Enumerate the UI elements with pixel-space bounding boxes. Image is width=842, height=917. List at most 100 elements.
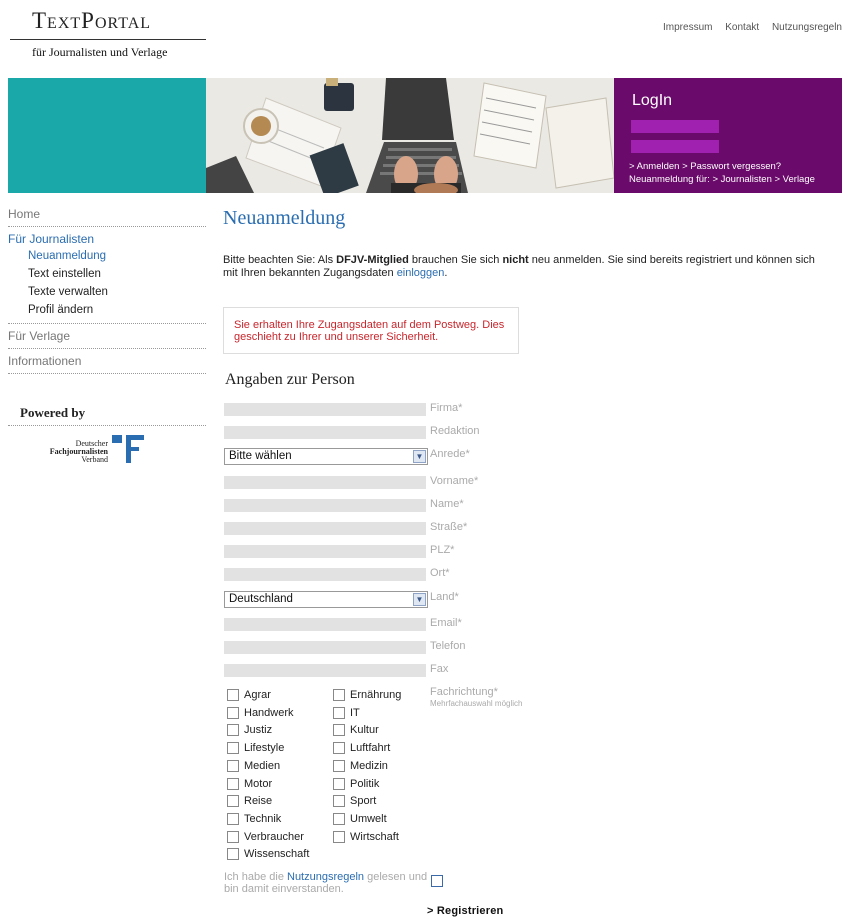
header-teal-block bbox=[8, 78, 206, 193]
plz-label: PLZ* bbox=[430, 544, 455, 556]
email-input[interactable] bbox=[224, 618, 426, 631]
terms-link[interactable]: Nutzungsregeln bbox=[287, 871, 364, 883]
checkbox-box[interactable] bbox=[333, 795, 345, 808]
dfjv-logo-text: Deutscher Fachjournalisten Verband bbox=[49, 439, 108, 464]
terms-text: Ich habe die Nutzungsregeln gelesen und … bbox=[224, 871, 428, 895]
nav-sub-profil-aendern[interactable]: Profil ändern bbox=[8, 301, 206, 324]
ort-input[interactable] bbox=[224, 568, 426, 581]
login-password-field[interactable] bbox=[631, 140, 719, 153]
register-links[interactable]: Neuanmeldung für: > Journalisten > Verla… bbox=[629, 174, 815, 185]
checkbox-box[interactable] bbox=[227, 795, 239, 808]
checkbox-box[interactable] bbox=[227, 830, 239, 843]
checkbox-label: Wirtschaft bbox=[350, 830, 399, 843]
firma-input[interactable] bbox=[224, 403, 426, 416]
fachrichtung-checkbox[interactable]: Handwerk bbox=[227, 706, 294, 719]
checkbox-label: Sport bbox=[350, 795, 377, 808]
telefon-input[interactable] bbox=[224, 641, 426, 654]
checkbox-box[interactable] bbox=[227, 848, 239, 861]
fachrichtung-checkbox[interactable]: Luftfahrt bbox=[333, 742, 390, 755]
checkbox-box[interactable] bbox=[227, 724, 239, 737]
nav-journalists[interactable]: Für Journalisten bbox=[8, 231, 206, 247]
redaktion-input[interactable] bbox=[224, 426, 426, 439]
checkbox-label: Reise bbox=[244, 795, 273, 808]
strasse-input[interactable] bbox=[224, 522, 426, 535]
impressum-link[interactable]: Impressum bbox=[663, 22, 712, 33]
nav-sub-neuanmeldung[interactable]: Neuanmeldung bbox=[8, 247, 206, 265]
checkbox-box[interactable] bbox=[333, 830, 345, 843]
fachrichtung-checkbox[interactable]: Wissenschaft bbox=[227, 848, 309, 861]
nav-home[interactable]: Home bbox=[8, 206, 206, 227]
fachrichtung-checkbox[interactable]: Medizin bbox=[333, 759, 388, 772]
login-username-field[interactable] bbox=[631, 120, 719, 133]
sidebar-nav: Home Für Journalisten Neuanmeldung Text … bbox=[8, 206, 206, 378]
login-links[interactable]: > Anmelden > Passwort vergessen? bbox=[629, 161, 781, 172]
logo-title: TextPortal bbox=[32, 8, 152, 33]
checkbox-box[interactable] bbox=[227, 759, 239, 772]
fachrichtung-checkbox[interactable]: Agrar bbox=[227, 689, 271, 701]
strasse-label: Straße* bbox=[430, 521, 468, 533]
chevron-down-icon: ▼ bbox=[413, 450, 426, 463]
checkbox-box[interactable] bbox=[227, 689, 239, 701]
checkbox-box[interactable] bbox=[333, 724, 345, 737]
checkbox-box[interactable] bbox=[333, 777, 345, 790]
checkbox-box[interactable] bbox=[333, 759, 345, 772]
dfjv-logo[interactable]: Deutscher Fachjournalisten Verband bbox=[48, 428, 158, 468]
nav-publishers[interactable]: Für Verlage bbox=[8, 328, 206, 349]
register-button[interactable]: > Registrieren bbox=[427, 905, 503, 917]
login-link[interactable]: einloggen bbox=[397, 267, 445, 279]
fachrichtung-label: Fachrichtung* Mehrfachauswahl möglich bbox=[430, 686, 523, 709]
fachrichtung-checkbox[interactable]: Verbraucher bbox=[227, 830, 304, 843]
checkbox-box[interactable] bbox=[333, 689, 345, 701]
vorname-input[interactable] bbox=[224, 476, 426, 489]
nav-sub-text-einstellen[interactable]: Text einstellen bbox=[8, 265, 206, 283]
nav-info[interactable]: Informationen bbox=[8, 353, 206, 374]
powered-by-label: Powered by bbox=[8, 405, 206, 426]
fachrichtung-checkbox[interactable]: Lifestyle bbox=[227, 742, 284, 755]
checkbox-box[interactable] bbox=[227, 777, 239, 790]
ort-label: Ort* bbox=[430, 567, 450, 579]
checkbox-box[interactable] bbox=[333, 742, 345, 755]
checkbox-box[interactable] bbox=[227, 812, 239, 825]
plz-input[interactable] bbox=[224, 545, 426, 558]
top-links: Impressum Kontakt Nutzungsregeln bbox=[653, 22, 842, 33]
fachrichtung-checkbox[interactable]: Technik bbox=[227, 812, 282, 825]
dfjv-emblem-icon bbox=[112, 435, 144, 463]
nav-sub-texte-verwalten[interactable]: Texte verwalten bbox=[8, 283, 206, 301]
fachrichtung-checkbox[interactable]: Reise bbox=[227, 795, 273, 808]
checkbox-label: Verbraucher bbox=[244, 830, 304, 843]
fax-input[interactable] bbox=[224, 664, 426, 677]
logo-rule bbox=[10, 39, 206, 40]
fachrichtung-checkbox[interactable]: Wirtschaft bbox=[333, 830, 399, 843]
checkbox-box[interactable] bbox=[227, 742, 239, 755]
checkbox-label: Umwelt bbox=[350, 812, 387, 825]
checkbox-box[interactable] bbox=[333, 812, 345, 825]
checkbox-label: Kultur bbox=[350, 724, 379, 737]
terms-checkbox[interactable] bbox=[431, 875, 443, 887]
page-title: Neuanmeldung bbox=[223, 207, 346, 229]
fachrichtung-checkbox[interactable]: Justiz bbox=[227, 724, 272, 737]
land-select[interactable]: Deutschland ▼ bbox=[224, 591, 428, 608]
fachrichtung-checkbox[interactable]: Sport bbox=[333, 795, 377, 808]
checkbox-label: Ernährung bbox=[350, 689, 402, 701]
fachrichtung-checkbox[interactable]: Kultur bbox=[333, 724, 379, 737]
checkbox-box[interactable] bbox=[333, 706, 345, 719]
firma-label: Firma* bbox=[430, 402, 463, 414]
checkbox-box[interactable] bbox=[227, 706, 239, 719]
anrede-select[interactable]: Bitte wählen ▼ bbox=[224, 448, 428, 465]
fachrichtung-checkbox[interactable]: Politik bbox=[333, 777, 379, 790]
telefon-label: Telefon bbox=[430, 640, 466, 652]
fachrichtung-checkbox[interactable]: Motor bbox=[227, 777, 272, 790]
fachrichtung-checkbox[interactable]: Umwelt bbox=[333, 812, 387, 825]
name-input[interactable] bbox=[224, 499, 426, 512]
fax-label: Fax bbox=[430, 663, 449, 675]
site-logo[interactable]: TextPortal für Journalisten und Verlage bbox=[10, 8, 206, 60]
fachrichtung-checkbox[interactable]: Medien bbox=[227, 759, 280, 772]
land-label: Land* bbox=[430, 591, 459, 603]
kontakt-link[interactable]: Kontakt bbox=[725, 22, 759, 33]
logo-subtitle: für Journalisten und Verlage bbox=[32, 45, 168, 59]
nutzungsregeln-link[interactable]: Nutzungsregeln bbox=[772, 22, 842, 33]
fachrichtung-checkbox[interactable]: Ernährung bbox=[333, 689, 401, 701]
powered-by: Powered by bbox=[8, 405, 206, 426]
fachrichtung-checkbox[interactable]: IT bbox=[333, 706, 360, 719]
checkbox-label: Technik bbox=[244, 812, 282, 825]
